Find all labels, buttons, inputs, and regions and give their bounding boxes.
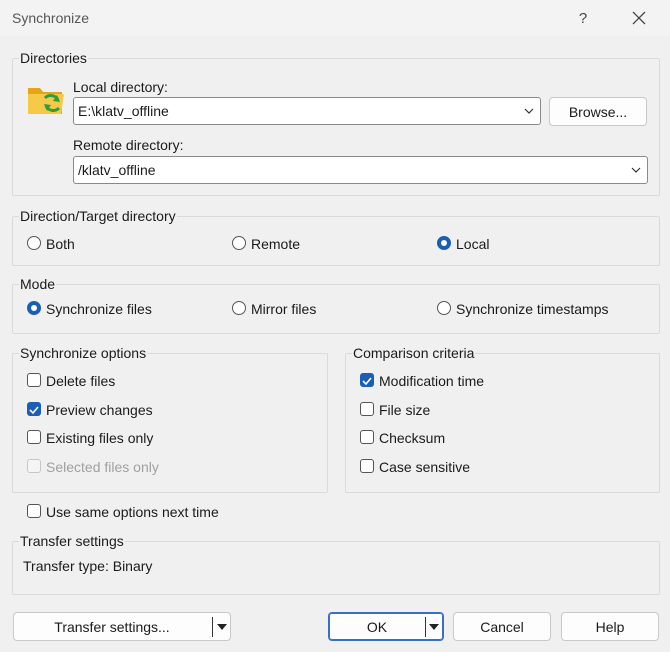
file-size-checkbox[interactable] <box>360 402 374 416</box>
local-directory-value: E:\klatv_offline <box>78 103 169 119</box>
transfer-settings-button-label[interactable]: Transfer settings... <box>14 619 210 635</box>
close-icon <box>632 11 646 25</box>
transfer-settings-legend: Transfer settings <box>19 533 125 549</box>
comparison-criteria-legend: Comparison criteria <box>352 345 476 361</box>
direction-remote-radio[interactable] <box>232 236 246 250</box>
mode-legend: Mode <box>19 276 57 292</box>
window-title: Synchronize <box>12 10 90 26</box>
checkmark-icon <box>29 406 39 415</box>
remote-directory-combo[interactable]: /klatv_offline <box>73 156 648 184</box>
mode-synchronize-files-label[interactable]: Synchronize files <box>46 301 152 317</box>
checksum-label[interactable]: Checksum <box>379 430 445 446</box>
existing-files-only-checkbox[interactable] <box>27 430 41 444</box>
mode-synchronize-timestamps-label[interactable]: Synchronize timestamps <box>456 301 609 317</box>
modification-time-checkbox[interactable] <box>360 373 374 387</box>
split-divider <box>425 617 426 637</box>
triangle-down-icon[interactable] <box>217 624 227 631</box>
chevron-down-icon[interactable] <box>524 106 534 116</box>
remote-directory-label: Remote directory: <box>73 137 184 153</box>
mode-synchronize-timestamps-radio[interactable] <box>437 301 451 315</box>
checkmark-icon <box>362 377 372 386</box>
preview-changes-label[interactable]: Preview changes <box>46 402 153 418</box>
direction-legend: Direction/Target directory <box>19 208 177 224</box>
synchronize-options-legend: Synchronize options <box>19 345 148 361</box>
folder-sync-icon <box>28 88 64 114</box>
close-button[interactable] <box>616 2 662 34</box>
delete-files-checkbox[interactable] <box>27 373 41 387</box>
use-same-options-label[interactable]: Use same options next time <box>46 504 219 520</box>
direction-local-radio[interactable] <box>437 236 451 250</box>
mode-mirror-files-radio[interactable] <box>232 301 246 315</box>
local-directory-label: Local directory: <box>73 79 168 95</box>
modification-time-label[interactable]: Modification time <box>379 373 484 389</box>
case-sensitive-label[interactable]: Case sensitive <box>379 459 470 475</box>
local-directory-combo[interactable]: E:\klatv_offline <box>73 97 541 125</box>
checksum-checkbox[interactable] <box>360 430 374 444</box>
chevron-down-icon[interactable] <box>631 165 641 175</box>
mode-synchronize-files-radio[interactable] <box>27 301 41 315</box>
direction-local-label[interactable]: Local <box>456 236 489 252</box>
ok-button-label[interactable]: OK <box>329 619 425 635</box>
transfer-settings-split-button[interactable]: Transfer settings... <box>13 612 231 641</box>
delete-files-label[interactable]: Delete files <box>46 373 115 389</box>
help-title-button[interactable]: ? <box>560 2 606 34</box>
preview-changes-checkbox[interactable] <box>27 402 41 416</box>
case-sensitive-checkbox[interactable] <box>360 459 374 473</box>
file-size-label[interactable]: File size <box>379 402 430 418</box>
split-divider <box>212 617 213 637</box>
browse-button[interactable]: Browse... <box>549 97 647 126</box>
transfer-type-text: Transfer type: Binary <box>23 558 153 574</box>
help-button[interactable]: Help <box>561 612 659 641</box>
selected-files-only-label: Selected files only <box>46 459 159 475</box>
directories-legend: Directories <box>19 50 88 66</box>
mode-mirror-files-label[interactable]: Mirror files <box>251 301 316 317</box>
selected-files-only-checkbox <box>27 459 41 473</box>
cancel-button[interactable]: Cancel <box>453 612 551 641</box>
direction-both-radio[interactable] <box>27 236 41 250</box>
ok-split-button[interactable]: OK <box>328 612 444 641</box>
help-icon: ? <box>578 9 588 27</box>
triangle-down-icon[interactable] <box>429 624 439 631</box>
existing-files-only-label[interactable]: Existing files only <box>46 430 153 446</box>
remote-directory-value: /klatv_offline <box>78 162 156 178</box>
use-same-options-checkbox[interactable] <box>27 504 41 518</box>
direction-both-label[interactable]: Both <box>46 236 75 252</box>
direction-remote-label[interactable]: Remote <box>251 236 300 252</box>
